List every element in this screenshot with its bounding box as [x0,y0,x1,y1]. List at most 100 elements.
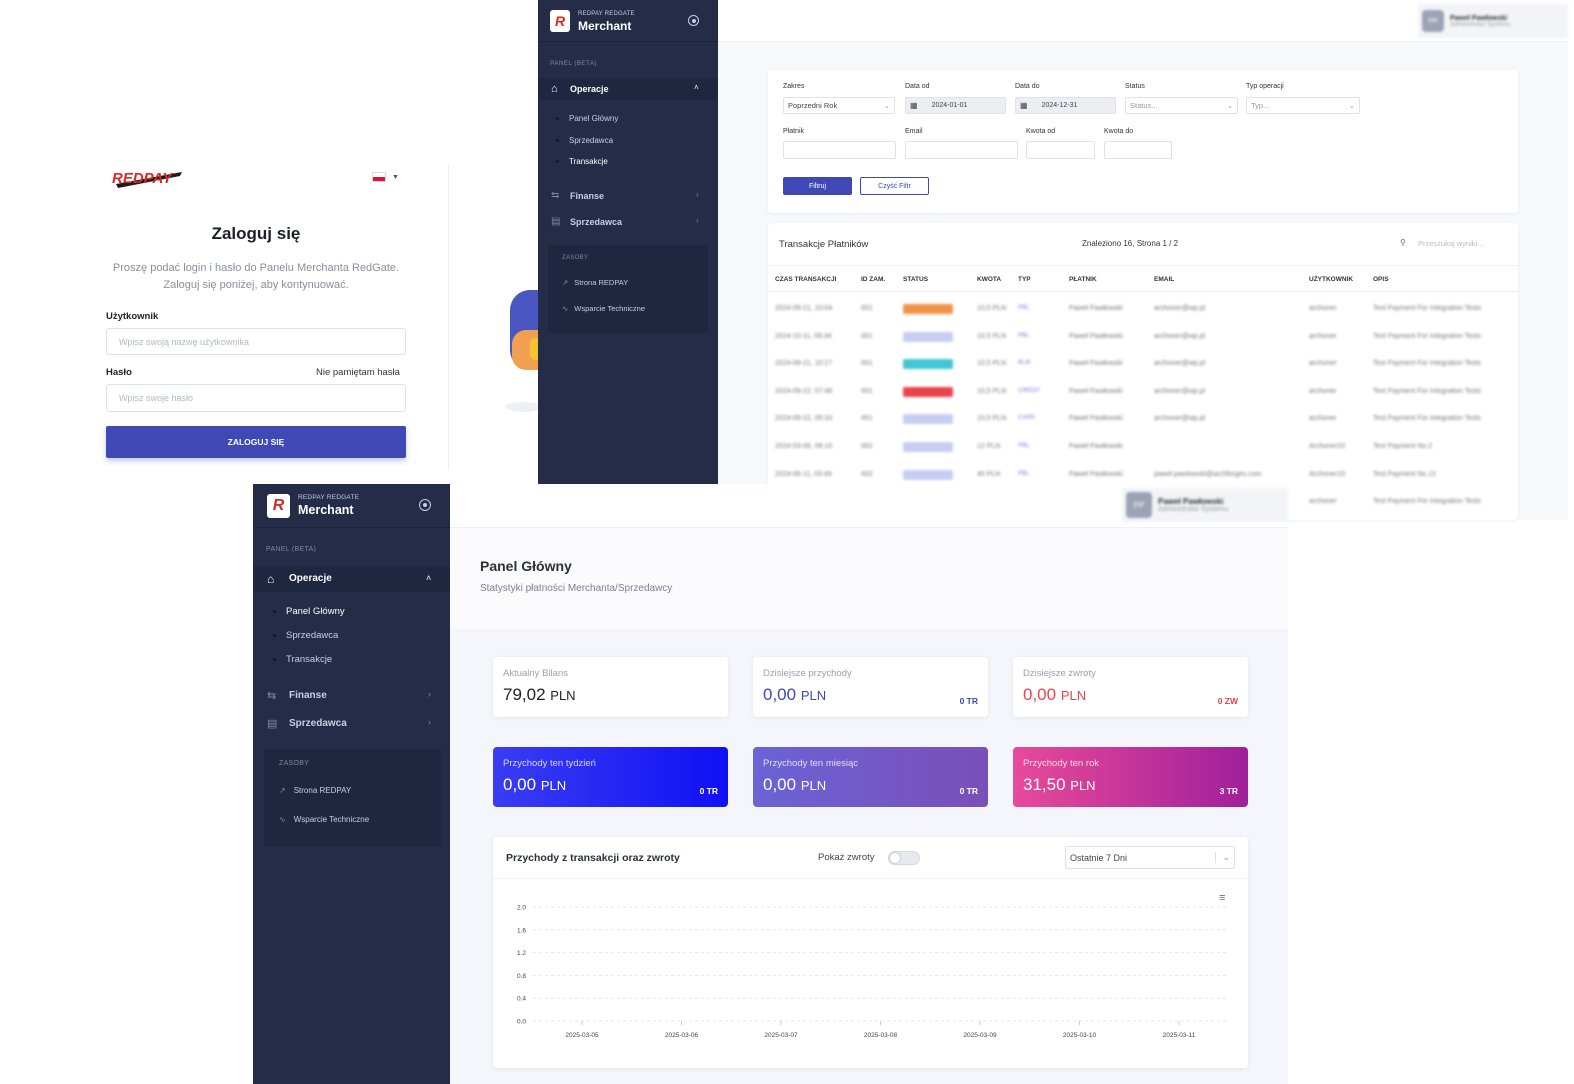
clear-filter-button[interactable]: Czyść Filtr [860,177,929,195]
calendar-icon: ▦ [910,101,918,110]
language-selector[interactable]: ▼ [372,166,404,188]
sidebar-item-label: Operacje [570,84,609,94]
table-row[interactable]: 2024-09-22, 07:48 001 10,5 PLN CREDIT Paweł … [768,384,1518,404]
table-row[interactable]: 2024-09-21, 10:04 001 10,5 PLN PBL Paweł Paw… [768,301,1518,321]
sidebar-sub-transakcje[interactable]: Transakcje [556,157,608,166]
stat-card-today-refunds: Dzisiejsze zwroty 0,00 PLN 0 ZW [1013,657,1248,717]
cell-time: 2024-09-22, 05:33 [775,415,833,423]
data-do-input[interactable]: ▦ 2024-12-31 [1015,97,1116,114]
sidebar-item-sprzedawca[interactable]: ▤ Sprzedawca › [538,214,718,232]
cell-desc: Test Payment For Integration Tests [1373,360,1482,368]
data-od-input[interactable]: ▦ 2024-01-01 [905,97,1006,114]
sidebar-item-operacje[interactable]: ⌂ Operacje ˄ [253,566,450,592]
col-id[interactable]: ID ZAM. [861,276,885,283]
range-select[interactable]: Ostatnie 7 Dni ⌄ [1065,846,1235,869]
chevron-right-icon: › [696,216,699,225]
table-row[interactable]: 2024-03-06, 08:10 002 12 PLN PBL Paweł Pawło… [768,439,1518,459]
forgot-password-link[interactable]: Nie pamiętam hasła [316,367,400,378]
cell-type: BLIK [1018,360,1032,367]
resource-wsparcie[interactable]: ∿ Wsparcie Techniczne [279,815,369,824]
resource-strona[interactable]: ↗ Strona REDPAY [562,278,628,287]
sidebar-toggle-icon[interactable] [688,15,699,26]
sidebar-item-finanse[interactable]: ⇆ Finanse › [253,687,450,707]
user-menu[interactable]: PP Paweł Pawłowski Administrator Systemu [1122,488,1288,522]
redpay-logo: REDPAY [112,170,182,188]
platnik-input[interactable] [783,141,896,159]
sidebar-bottom: R REDPAY REDGATE Merchant PANEL (BETA) ⌂… [253,484,450,1084]
avatar: PP [1422,10,1444,32]
cell-user: archoner [1309,387,1337,395]
cell-type: PBL [1018,305,1030,311]
col-platnik[interactable]: PŁATNIK [1069,276,1097,283]
username-input[interactable]: Wpisz swoją nazwę użytkownika [106,328,406,355]
sidebar-sub-sprzedawca[interactable]: Sprzedawca [273,630,338,641]
platnik-label: Płatnik [783,128,805,135]
cell-id: 002 [861,470,873,478]
x-tick-label: 2025-03-05 [565,1032,599,1039]
col-opis[interactable]: OPIS [1373,276,1389,283]
typ-select[interactable]: Typ... ⌄ [1246,97,1360,114]
col-status[interactable]: STATUS [903,276,928,283]
sidebar-sub-panel[interactable]: Panel Główny [273,606,345,617]
filters-card: Zakres Poprzedni Rok ⌄ Data od ▦ 2024-01-0… [768,70,1518,213]
brand-small: REDPAY REDGATE [298,494,360,501]
cell-amount: 12 PLN [977,443,1001,450]
cell-user: archoner [1309,332,1337,340]
sidebar-sub-panel[interactable]: Panel Główny [556,114,618,123]
cell-desc: Test Payment For Integration Tests [1373,387,1482,395]
user-menu[interactable]: PP Paweł Pawłowski Administrator Systemu [1418,4,1568,38]
cell-id: 001 [861,387,873,395]
chevron-down-icon: ⌄ [1348,101,1355,110]
cell-amount: 10,5 PLN [977,332,1007,340]
col-czas[interactable]: CZAS TRANSAKCJI [775,276,836,283]
login-button[interactable]: ZALOGUJ SIĘ [106,426,406,458]
sidebar-item-operacje[interactable]: ⌂ Operacje ˄ [538,78,718,100]
col-email[interactable]: EMAIL [1154,276,1174,283]
section-resources: ZASOBY [279,760,310,767]
filter-button[interactable]: Filtruj [783,177,852,195]
cell-email: archoner@wp.pl [1154,387,1206,395]
search-input[interactable]: Przeszukaj wyniki... [1418,239,1483,248]
table-row[interactable]: 2024-10-11, 06:34 001 10,5 PLN PBL Paweł Paw… [768,329,1518,349]
chevron-right-icon: › [428,717,431,727]
section-panel: PANEL (BETA) [266,546,317,553]
chart-card-title: Przychody z transakcji oraz zwroty [506,852,680,864]
status-badge [903,304,953,314]
status-select[interactable]: Status... ⌄ [1125,97,1238,114]
status-badge [903,414,953,425]
email-input[interactable] [905,141,1018,159]
col-kwota[interactable]: KWOTA [977,276,1001,283]
resources-box: ZASOBY ↗ Strona REDPAY ∿ Wsparcie Technicz… [548,245,708,333]
sidebar-toggle-icon[interactable] [419,499,431,511]
page-subtitle: Statystyki płatności Merchanta/Sprzedawc… [480,583,673,594]
sidebar-item-finanse[interactable]: ⇆ Finanse › [538,188,718,206]
resource-wsparcie[interactable]: ∿ Wsparcie Techniczne [562,304,645,313]
col-uzytkownik[interactable]: UŻYTKOWNIK [1309,276,1353,283]
page-title: Panel Główny [480,558,572,574]
sidebar-sub-sprzedawca[interactable]: Sprzedawca [556,136,613,145]
resource-strona[interactable]: ↗ Strona REDPAY [279,786,351,795]
brand-small: REDPAY REDGATE [578,11,635,17]
sidebar-item-sprzedawca[interactable]: ▤ Sprzedawca › [253,715,450,735]
kwota-od-input[interactable] [1026,141,1095,159]
cell-email: archoner@wp.pl [1154,305,1206,312]
sidebar-sub-transakcje[interactable]: Transakcje [273,654,332,665]
cell-user: Archoner10 [1309,443,1346,450]
stat-card-today-income: Dzisiejsze przychody 0,00 PLN 0 TR [753,657,988,717]
zakres-select[interactable]: Poprzedni Rok ⌄ [783,97,895,114]
cell-email: archoner@wp.pl [1154,415,1206,423]
kwota-do-input[interactable] [1104,141,1172,159]
kwota-do-label: Kwota do [1104,128,1134,135]
cell-user: archoner [1309,498,1337,506]
table-row[interactable]: 2024-09-22, 05:33 001 10,5 PLN CARD Paweł Pa… [768,411,1518,431]
show-refunds-toggle[interactable] [888,851,920,865]
transactions-title: Transakcje Płatników [779,239,869,250]
col-typ[interactable]: TYP [1018,276,1031,283]
brand-title: Merchant [298,503,354,517]
table-row[interactable]: 2024-09-21, 10:27 001 10,5 PLN BLIK Paweł Pa… [768,356,1518,376]
cell-user: Archoner10 [1309,470,1346,478]
password-input[interactable]: Wpisz swoje hasło [106,384,406,412]
cell-amount: 10,5 PLN [977,305,1007,312]
cell-user: archoner [1309,415,1337,423]
cell-email: archoner@wp.pl [1154,332,1206,340]
